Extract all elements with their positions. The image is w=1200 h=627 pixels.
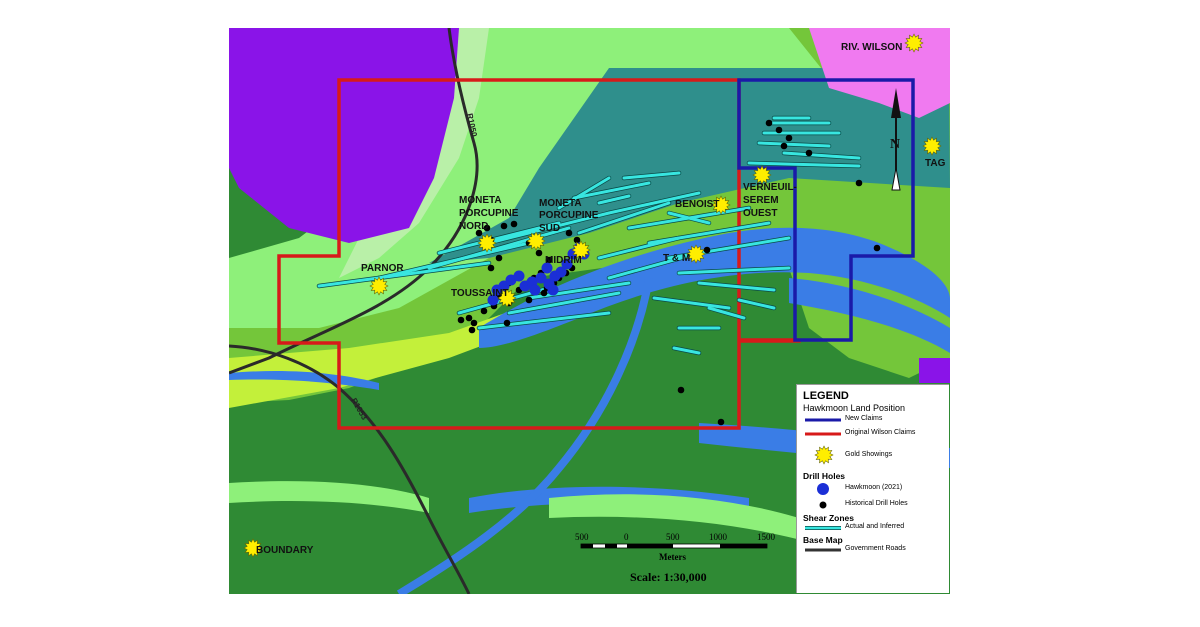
historical-drill-icon xyxy=(819,501,827,509)
historical-drill-hole xyxy=(677,386,685,394)
hawkmoon-drill-hole xyxy=(547,284,559,296)
legend-item-original-claims: Original Wilson Claims xyxy=(803,427,949,441)
label-t-and-m: T & M xyxy=(663,253,690,264)
historical-drill-hole xyxy=(510,220,518,228)
historical-drill-hole xyxy=(465,314,473,322)
scale-unit: Meters xyxy=(659,552,686,562)
historical-drill-hole xyxy=(495,254,503,262)
historical-drill-hole xyxy=(487,264,495,272)
historical-drill-hole xyxy=(540,289,548,297)
hawkmoon-drill-hole xyxy=(513,270,525,282)
historical-drill-hole xyxy=(703,246,711,254)
legend-item-shear: Actual and Inferred xyxy=(803,523,949,535)
label-riv-wilson: RIV. WILSON xyxy=(841,42,902,53)
label-midrim: MIDRIM xyxy=(545,255,582,266)
legend-item-gold: Gold Showings xyxy=(803,445,949,467)
historical-drill-hole xyxy=(780,142,788,150)
legend-shear-label: Actual and Inferred xyxy=(845,523,905,530)
scale-tick-4: 1000 xyxy=(709,532,728,542)
historical-drill-hole xyxy=(855,179,863,187)
label-moneta-nord-3: NORD xyxy=(459,221,488,232)
label-moneta-sud-3: SUD xyxy=(539,223,560,234)
legend-base-heading: Base Map xyxy=(803,535,843,545)
map-legend: LEGEND Hawkmoon Land Position New Claims… xyxy=(796,384,949,593)
legend-gold-label: Gold Showings xyxy=(845,451,893,458)
legend-drill-heading: Drill Holes xyxy=(803,471,846,481)
label-moneta-nord-1: MONETA xyxy=(459,195,502,206)
label-moneta-sud-1: MONETA xyxy=(539,198,582,209)
label-verneuil-2: SEREM xyxy=(743,195,779,206)
north-arrow-label: N xyxy=(890,137,900,152)
historical-drill-hole xyxy=(480,307,488,315)
legend-shear-heading: Shear Zones xyxy=(803,513,855,523)
label-verneuil-1: VERNEUIL- xyxy=(743,182,797,193)
historical-drill-hole xyxy=(525,296,533,304)
hawkmoon-drill-hole xyxy=(529,284,541,296)
historical-drill-hole xyxy=(717,418,725,426)
label-boundary: BOUNDARY xyxy=(256,545,314,556)
label-verneuil-3: OUEST xyxy=(743,208,777,219)
label-toussaint: TOUSSAINT xyxy=(451,288,509,299)
label-tag: TAG xyxy=(925,158,946,169)
legend-item-new-claims: New Claims xyxy=(803,413,949,427)
scale-tick-5: 1500 xyxy=(757,532,776,542)
historical-drill-hole xyxy=(765,119,773,127)
scale-text: Scale: 1:30,000 xyxy=(630,570,707,584)
scale-tick-1: 500 xyxy=(575,532,589,542)
legend-item-hawkmoon-drill: Hawkmoon (2021) xyxy=(803,481,949,497)
legend-historical-label: Historical Drill Holes xyxy=(845,500,908,507)
label-parnor: PARNOR xyxy=(361,263,404,274)
label-moneta-sud-2: PORCUPINE xyxy=(539,210,599,221)
legend-item-historical-drill: Historical Drill Holes xyxy=(803,497,949,513)
legend-hawkmoon-label: Hawkmoon (2021) xyxy=(845,484,903,491)
legend-roads-label: Government Roads xyxy=(845,545,906,552)
geology-unit-purple-small xyxy=(919,358,950,383)
historical-drill-hole xyxy=(535,249,543,257)
legend-new-claims-label: New Claims xyxy=(845,415,883,422)
historical-drill-hole xyxy=(873,244,881,252)
legend-original-claims-label: Original Wilson Claims xyxy=(845,429,916,436)
label-moneta-nord-2: PORCUPINE xyxy=(459,208,519,219)
gold-showing-icon xyxy=(814,445,834,465)
hawkmoon-drill-icon xyxy=(817,483,829,495)
historical-drill-hole xyxy=(468,326,476,334)
legend-subtitle: Hawkmoon Land Position xyxy=(803,403,906,413)
legend-item-roads: Government Roads xyxy=(803,545,949,557)
legend-title: LEGEND xyxy=(803,390,849,402)
label-benoist: BENOIST xyxy=(675,199,719,210)
historical-drill-hole xyxy=(775,126,783,134)
historical-drill-hole xyxy=(503,319,511,327)
historical-drill-hole xyxy=(805,149,813,157)
historical-drill-hole xyxy=(457,316,465,324)
historical-drill-hole xyxy=(500,222,508,230)
scale-tick-3: 500 xyxy=(666,532,680,542)
historical-drill-hole xyxy=(785,134,793,142)
scale-tick-2: 0 xyxy=(624,532,629,542)
historical-drill-hole xyxy=(470,319,478,327)
historical-drill-hole xyxy=(565,229,573,237)
